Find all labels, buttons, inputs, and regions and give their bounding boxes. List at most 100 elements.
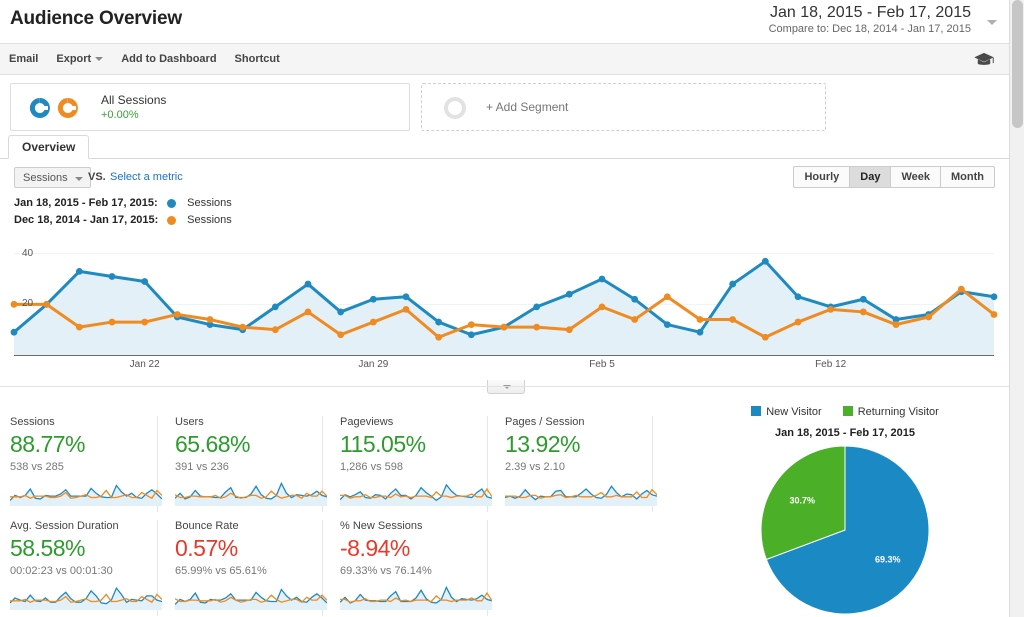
toolbar-item-label: Shortcut — [234, 53, 280, 65]
chevron-down-icon — [74, 177, 83, 181]
metric-card[interactable]: Pageviews 115.05% 1,286 vs 598 — [340, 416, 492, 512]
granularity-label: Week — [901, 171, 931, 183]
metric-card[interactable]: % New Sessions -8.94% 69.33% vs 76.14% — [340, 520, 492, 616]
metric-card[interactable]: Sessions 88.77% 538 vs 285 — [10, 416, 162, 512]
toolbar-item-export[interactable]: Export — [47, 44, 112, 75]
toolbar-item-label: Export — [56, 53, 92, 65]
date-range-selector[interactable]: Jan 18, 2015 - Feb 17, 2015 Compare to: … — [761, 2, 977, 38]
segment-percent: +0.00% — [101, 109, 139, 121]
metric-card-comparison: 69.33% vs 76.14% — [340, 565, 432, 577]
analytics-audience-overview-page: Audience Overview Jan 18, 2015 - Feb 17,… — [0, 0, 1024, 617]
legend-date-range: Jan 18, 2015 - Feb 17, 2015: — [14, 197, 158, 209]
pie-chart-title: Jan 18, 2015 - Feb 17, 2015 — [774, 427, 916, 439]
metric-card[interactable]: Pages / Session 13.92% 2.39 vs 2.10 — [505, 416, 657, 512]
granularity-label: Day — [860, 171, 881, 183]
metric-card-value: 13.92% — [505, 431, 581, 457]
graduation-cap-icon[interactable] — [973, 52, 995, 68]
date-range-compare: Compare to: Dec 18, 2014 - Jan 17, 2015 — [768, 23, 971, 35]
metric-card-comparison: 65.99% vs 65.61% — [175, 565, 267, 577]
metric-card-sparkline — [505, 485, 657, 506]
toolbar-item-label: Email — [9, 53, 39, 65]
metric-card-sparkline — [340, 585, 492, 610]
tab-strip: Overview — [0, 135, 1009, 159]
segment-all-sessions[interactable]: All Sessions +0.00% — [10, 83, 410, 131]
legend-metric-name: Sessions — [187, 197, 232, 209]
granularity-month[interactable]: Month — [941, 166, 995, 188]
vs-label: VS. — [88, 171, 106, 183]
pie-legend-label: Returning Visitor — [857, 406, 939, 418]
add-segment-label: + Add Segment — [486, 100, 569, 114]
metric-card-value: -8.94% — [340, 535, 410, 561]
metric-select-value: Sessions — [23, 172, 68, 184]
report-toolbar: Email Export Add to Dashboard Shortcut — [0, 44, 1009, 75]
metric-card-value: 88.77% — [10, 431, 86, 457]
metric-card-value: 115.05% — [340, 431, 426, 457]
chevron-down-icon[interactable] — [987, 20, 997, 25]
x-axis-tick-label: Feb 12 — [815, 359, 847, 370]
page-scrollbar[interactable] — [1009, 0, 1024, 617]
sessions-line-chart[interactable]: 40 20 Jan 22 Jan 29 Feb 5 Feb 12 — [0, 231, 1009, 376]
x-axis-tick-label: Jan 29 — [358, 359, 389, 370]
segment-bar: All Sessions +0.00% + Add Segment — [0, 75, 1009, 135]
metric-card-title: Pageviews — [340, 416, 394, 428]
page-content: Audience Overview Jan 18, 2015 - Feb 17,… — [0, 0, 1009, 617]
metric-card-sparkline — [175, 588, 327, 610]
metric-card-comparison: 1,286 vs 598 — [340, 461, 403, 473]
legend-swatch-green-icon — [842, 406, 853, 416]
metric-card-sparkline — [340, 483, 492, 506]
date-range-primary: Jan 18, 2015 - Feb 17, 2015 — [769, 4, 971, 21]
tab-label: Overview — [22, 140, 76, 154]
granularity-label: Hourly — [804, 171, 840, 183]
toolbar-item-add-to-dashboard[interactable]: Add to Dashboard — [112, 44, 225, 75]
segment-donut-icons — [29, 98, 78, 118]
tab-overview[interactable]: Overview — [8, 135, 90, 159]
metric-card-title: Bounce Rate — [175, 520, 239, 532]
page-title: Audience Overview — [10, 8, 182, 29]
toolbar-item-label: Add to Dashboard — [121, 53, 217, 65]
metric-select[interactable]: Sessions — [14, 167, 91, 188]
y-axis-tick-label: 20 — [22, 298, 34, 310]
scrollbar-thumb[interactable] — [1012, 0, 1023, 128]
metric-card-title: Users — [175, 416, 204, 428]
metric-card-sparkline — [10, 586, 162, 610]
granularity-day[interactable]: Day — [850, 166, 892, 188]
metric-card-comparison: 538 vs 285 — [10, 461, 64, 473]
pie-legend-item-new-visitor[interactable]: New Visitor — [751, 406, 822, 418]
granularity-hourly[interactable]: Hourly — [793, 166, 851, 188]
granularity-week[interactable]: Week — [891, 166, 942, 188]
pie-legend: New Visitor Returning Visitor — [690, 406, 1000, 418]
pie-legend-item-returning-visitor[interactable]: Returning Visitor — [842, 406, 939, 418]
metric-card-comparison: 00:02:23 vs 00:01:30 — [10, 565, 113, 577]
metric-card[interactable]: Avg. Session Duration 58.58% 00:02:23 vs 0… — [10, 520, 162, 616]
x-axis-tick-label: Jan 22 — [129, 359, 160, 370]
granularity-label: Month — [951, 171, 984, 183]
x-axis-tick-label: Feb 5 — [589, 359, 615, 370]
granularity-button-group: Hourly Day Week Month — [793, 166, 995, 188]
metric-card-title: Avg. Session Duration — [10, 520, 119, 532]
select-a-metric-link[interactable]: Select a metric — [110, 171, 183, 183]
metric-card[interactable]: Users 65.68% 391 vs 236 — [175, 416, 327, 512]
visitor-type-pie-panel: New Visitor Returning Visitor Jan 18, 20… — [690, 400, 1000, 617]
metric-card-title: % New Sessions — [340, 520, 423, 532]
section-divider — [0, 386, 1009, 387]
toolbar-item-email[interactable]: Email — [0, 44, 47, 75]
chart-controls: Sessions VS. Select a metric Hourly Day … — [0, 159, 1009, 193]
page-header: Audience Overview Jan 18, 2015 - Feb 17,… — [0, 0, 1009, 44]
metric-card-title: Pages / Session — [505, 416, 585, 428]
pie-chart-wrapper[interactable]: 69.3% 30.7% — [690, 445, 1000, 615]
legend-metric-name: Sessions — [187, 214, 232, 226]
metric-card-value: 0.57% — [175, 535, 238, 561]
chevron-down-icon — [95, 57, 104, 62]
legend-date-range: Dec 18, 2014 - Jan 17, 2015: — [14, 214, 159, 226]
chart-collapse-handle[interactable] — [487, 380, 525, 394]
metric-card-sparkline — [175, 481, 327, 506]
metric-card-title: Sessions — [10, 416, 55, 428]
pie-slice-value-label: 30.7% — [789, 495, 815, 505]
legend-dot-orange-icon — [167, 215, 177, 225]
toolbar-item-shortcut[interactable]: Shortcut — [226, 44, 289, 75]
segment-name: All Sessions — [101, 93, 167, 107]
legend-swatch-blue-icon — [751, 406, 762, 416]
add-segment-button[interactable]: + Add Segment — [421, 83, 826, 131]
metric-card[interactable]: Bounce Rate 0.57% 65.99% vs 65.61% — [175, 520, 327, 616]
x-axis-line — [14, 355, 994, 356]
